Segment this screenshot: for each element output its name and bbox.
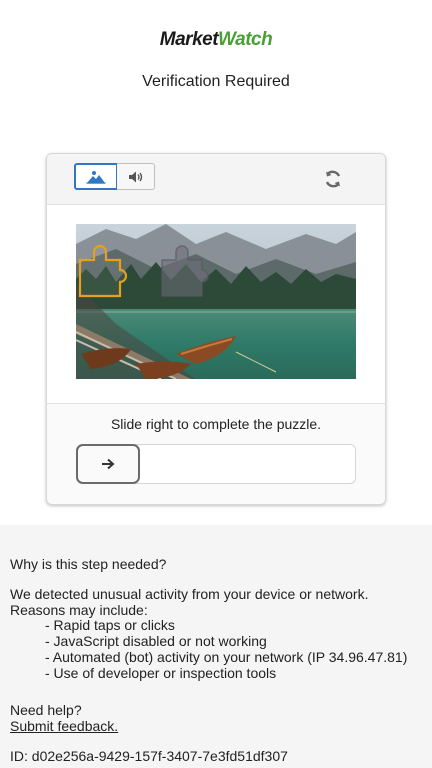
list-item: - Use of developer or inspection tools: [45, 665, 277, 681]
need-help-text: Need help?: [10, 702, 82, 718]
refresh-icon: [325, 170, 341, 188]
refresh-button[interactable]: [322, 168, 344, 190]
info-paragraph: We detected unusual activity from your d…: [10, 586, 422, 618]
info-paragraph-line2: Reasons may include:: [10, 602, 148, 618]
reasons-list: - Rapid taps or clicks - JavaScript disa…: [45, 617, 407, 681]
info-paragraph-line1: We detected unusual activity from your d…: [10, 586, 369, 602]
audio-mode-button[interactable]: [117, 163, 155, 190]
speaker-icon: [128, 171, 142, 182]
logo-text-watch: Watch: [218, 29, 273, 50]
list-item: - Automated (bot) activity on your netwo…: [45, 649, 408, 665]
captcha-instruction: Slide right to complete the puzzle.: [110, 416, 322, 432]
image-icon: [86, 170, 106, 184]
submit-feedback-link[interactable]: Submit feedback.: [10, 718, 118, 734]
arrow-right-icon: [102, 458, 115, 470]
list-item: - Rapid taps or clicks: [45, 617, 175, 633]
captcha-puzzle-area: [47, 205, 385, 404]
page: MarketWatch Verification Required Slide …: [0, 0, 432, 768]
page-title: Verification Required: [142, 73, 290, 90]
image-mode-button[interactable]: [74, 163, 118, 190]
captcha-widget: Slide right to complete the puzzle.: [46, 153, 386, 505]
list-item: - JavaScript disabled or not working: [45, 633, 267, 649]
puzzle-image: [76, 224, 356, 379]
slider-handle[interactable]: [76, 444, 140, 484]
info-question: Why is this step needed?: [10, 556, 167, 572]
captcha-header: [47, 154, 385, 205]
marketwatch-logo: MarketWatch: [0, 28, 432, 52]
request-id: ID: d02e256a-9429-157f-3407-7e3fd51df307: [10, 748, 288, 764]
logo-text-market: Market: [159, 29, 219, 50]
info-section: Why is this step needed? We detected unu…: [0, 525, 432, 768]
